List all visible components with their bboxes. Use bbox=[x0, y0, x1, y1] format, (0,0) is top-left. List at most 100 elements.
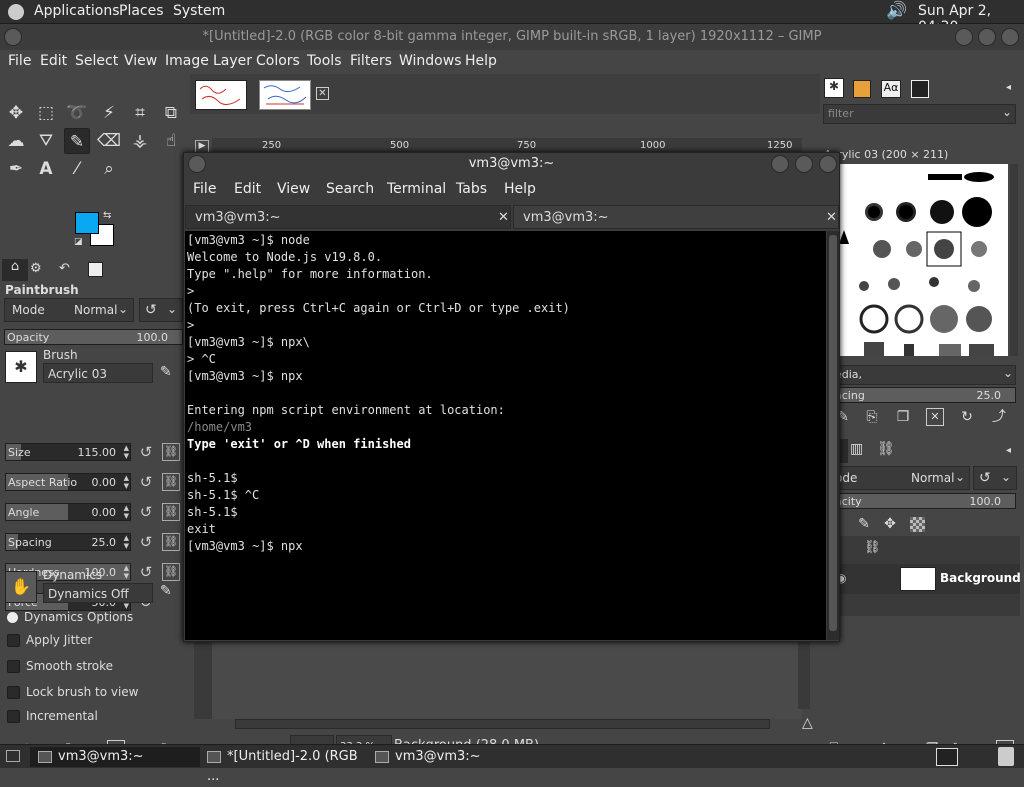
unified-transform-tool-icon[interactable]: ⧉ bbox=[158, 100, 184, 126]
dock-menu-icon[interactable]: ◂ bbox=[1006, 82, 1011, 93]
reset-size-icon[interactable]: ↺ bbox=[137, 443, 155, 461]
terminal-scrollbar[interactable] bbox=[827, 231, 839, 640]
menu-image[interactable]: Image bbox=[165, 53, 209, 69]
brush-tag-field[interactable]: edia, ⌄ bbox=[824, 365, 1016, 385]
clone-tool-icon[interactable]: ⚶ bbox=[127, 128, 153, 154]
lock-position-icon[interactable]: ✥ bbox=[881, 515, 899, 533]
spin-arrows-icon[interactable]: ▲▼ bbox=[124, 444, 129, 460]
terminal-minimize-button[interactable] bbox=[771, 155, 789, 173]
menu-tools[interactable]: Tools bbox=[307, 53, 342, 69]
window-menu-button[interactable] bbox=[4, 28, 22, 46]
terminal-window-menu-button[interactable] bbox=[188, 155, 206, 173]
volume-icon[interactable]: 🔊 bbox=[886, 1, 907, 21]
brush-grid[interactable] bbox=[824, 164, 1008, 356]
rect-select-tool-icon[interactable]: ⬚ bbox=[33, 100, 59, 126]
layer-opacity-slider[interactable]: acity 100.0 bbox=[824, 493, 1016, 509]
lock-pixels-icon[interactable]: ✎ bbox=[855, 515, 873, 533]
spin-arrows-icon[interactable]: ▲▼ bbox=[124, 534, 129, 550]
brushes-tab-icon[interactable]: ✱ bbox=[824, 78, 844, 98]
move-tool-icon[interactable]: ✥ bbox=[3, 100, 29, 126]
patterns-tab-icon[interactable] bbox=[853, 80, 871, 98]
terminal-output[interactable]: [vm3@vm3 ~]$ node Welcome to Node.js v19.… bbox=[185, 231, 826, 640]
layer-name[interactable]: Background bbox=[940, 571, 1021, 585]
slider-angle[interactable]: Angle 0.00 ▲ ▼ bbox=[5, 503, 131, 521]
delete-brush-icon[interactable]: ✕ bbox=[926, 408, 944, 426]
spin-arrows-icon[interactable]: ▲▼ bbox=[124, 474, 129, 490]
default-colors-icon[interactable]: ◪ bbox=[74, 237, 83, 247]
menu-layer[interactable]: Layer bbox=[213, 53, 252, 69]
mode-reset-select[interactable]: ↺ ⌄ bbox=[139, 298, 183, 322]
link-size-icon[interactable]: ⛓ bbox=[162, 443, 180, 461]
new-brush-icon[interactable]: ⎘ bbox=[863, 408, 881, 426]
close-button[interactable] bbox=[1001, 28, 1019, 46]
taskbar-item-gimp[interactable]: *[Untitled]-2.0 (RGB ... bbox=[205, 747, 370, 784]
layer-row[interactable]: ◉ Background bbox=[824, 564, 1021, 594]
spin-arrows-icon[interactable]: ▲▼ bbox=[124, 564, 129, 580]
terminal-scrollbar-thumb[interactable] bbox=[829, 235, 837, 631]
edit-dynamics-icon[interactable]: ✎ bbox=[160, 583, 172, 599]
workspace-switcher[interactable] bbox=[936, 748, 958, 766]
navigate-icon[interactable]: △ bbox=[802, 715, 813, 731]
brush-name-field[interactable]: Acrylic 03 bbox=[43, 363, 153, 383]
zoom-tool-icon[interactable]: ⌕ bbox=[96, 156, 122, 182]
warp-tool-icon[interactable]: ☁ bbox=[3, 128, 29, 154]
bucket-fill-tool-icon[interactable]: ⛛ bbox=[33, 128, 59, 154]
terminal-menu-edit[interactable]: Edit bbox=[234, 181, 261, 197]
paths-tool-icon[interactable]: ✒ bbox=[3, 156, 29, 182]
places-menu[interactable]: Places bbox=[119, 3, 164, 19]
gnome-foot-icon[interactable] bbox=[8, 4, 24, 20]
image-tab-thumbnail-1[interactable] bbox=[195, 80, 247, 110]
duplicate-brush-icon[interactable]: ❐ bbox=[894, 408, 912, 426]
apply-jitter-checkbox[interactable] bbox=[7, 634, 20, 647]
horizontal-scrollbar[interactable] bbox=[235, 719, 770, 729]
menu-file[interactable]: File bbox=[8, 53, 31, 69]
tool-options-tab-icon[interactable]: ⌂ bbox=[2, 259, 28, 281]
terminal-menu-tabs[interactable]: Tabs bbox=[456, 181, 487, 197]
menu-help[interactable]: Help bbox=[465, 53, 497, 69]
terminal-menu-help[interactable]: Help bbox=[504, 181, 536, 197]
swap-colors-icon[interactable]: ⇆ bbox=[103, 210, 111, 221]
color-picker-tool-icon[interactable]: ⁄ bbox=[64, 156, 90, 182]
link-angle-icon[interactable]: ⛓ bbox=[162, 503, 180, 521]
maximize-button[interactable] bbox=[978, 28, 996, 46]
close-tab-icon[interactable]: ✕ bbox=[826, 206, 837, 230]
terminal-menu-search[interactable]: Search bbox=[326, 181, 374, 197]
brush-filter-field[interactable]: filter ⌄ bbox=[823, 104, 1016, 124]
brush-grid-scrollbar[interactable] bbox=[1010, 164, 1018, 356]
terminal-menu-file[interactable]: File bbox=[193, 181, 216, 197]
close-image-tab-icon[interactable]: ✕ bbox=[316, 87, 329, 100]
menu-filters[interactable]: Filters bbox=[350, 53, 392, 69]
fuzzy-select-tool-icon[interactable]: ⚡ bbox=[96, 100, 122, 126]
lasso-tool-icon[interactable]: ➰ bbox=[64, 100, 90, 126]
opacity-slider[interactable]: Opacity 100.0 bbox=[4, 329, 183, 345]
undo-history-tab-icon[interactable]: ↶ bbox=[59, 261, 70, 276]
smooth-stroke-checkbox[interactable] bbox=[7, 660, 20, 673]
slider-aspect-ratio[interactable]: Aspect Ratio 0.00 ▲ ▼ bbox=[5, 473, 131, 491]
terminal-menu-terminal[interactable]: Terminal bbox=[387, 181, 446, 197]
edit-brush-icon[interactable]: ✎ bbox=[160, 364, 172, 380]
gradients-tab-icon[interactable] bbox=[911, 80, 929, 98]
show-desktop-icon[interactable] bbox=[6, 750, 20, 762]
fonts-tab-icon[interactable]: Aα bbox=[881, 80, 901, 98]
taskbar-item-terminal-2[interactable]: vm3@vm3:~ bbox=[373, 747, 543, 767]
layer-mode-select[interactable]: ode Normal ⌄ bbox=[824, 466, 970, 490]
mode-select[interactable]: Mode Normal ⌄ bbox=[4, 298, 134, 322]
menu-edit[interactable]: Edit bbox=[40, 53, 67, 69]
terminal-maximize-button[interactable] bbox=[795, 155, 813, 173]
reset-aspect-ratio-icon[interactable]: ↺ bbox=[137, 473, 155, 491]
dynamics-preview[interactable]: ✋ bbox=[5, 571, 37, 603]
dynamics-options-label[interactable]: Dynamics Options bbox=[24, 610, 133, 624]
eraser-tool-icon[interactable]: ⌫ bbox=[96, 128, 122, 154]
terminal-tab-2[interactable]: vm3@vm3:~ ✕ bbox=[513, 205, 839, 229]
link-hardness-icon[interactable]: ⛓ bbox=[162, 563, 180, 581]
trash-icon[interactable] bbox=[998, 747, 1014, 766]
refresh-brushes-icon[interactable]: ↻ bbox=[958, 408, 976, 426]
reset-angle-icon[interactable]: ↺ bbox=[137, 503, 155, 521]
image-tab-thumbnail-2[interactable] bbox=[259, 80, 311, 110]
device-status-tab-icon[interactable]: ⚙ bbox=[30, 261, 42, 276]
applications-menu[interactable]: Applications bbox=[34, 3, 120, 19]
lock-alpha-icon[interactable] bbox=[910, 517, 925, 532]
taskbar-item-terminal-1[interactable]: vm3@vm3:~ bbox=[30, 747, 200, 767]
paths-tab-icon[interactable]: ⛓ bbox=[877, 441, 895, 457]
channels-tab-icon[interactable]: ▥ bbox=[850, 441, 863, 457]
